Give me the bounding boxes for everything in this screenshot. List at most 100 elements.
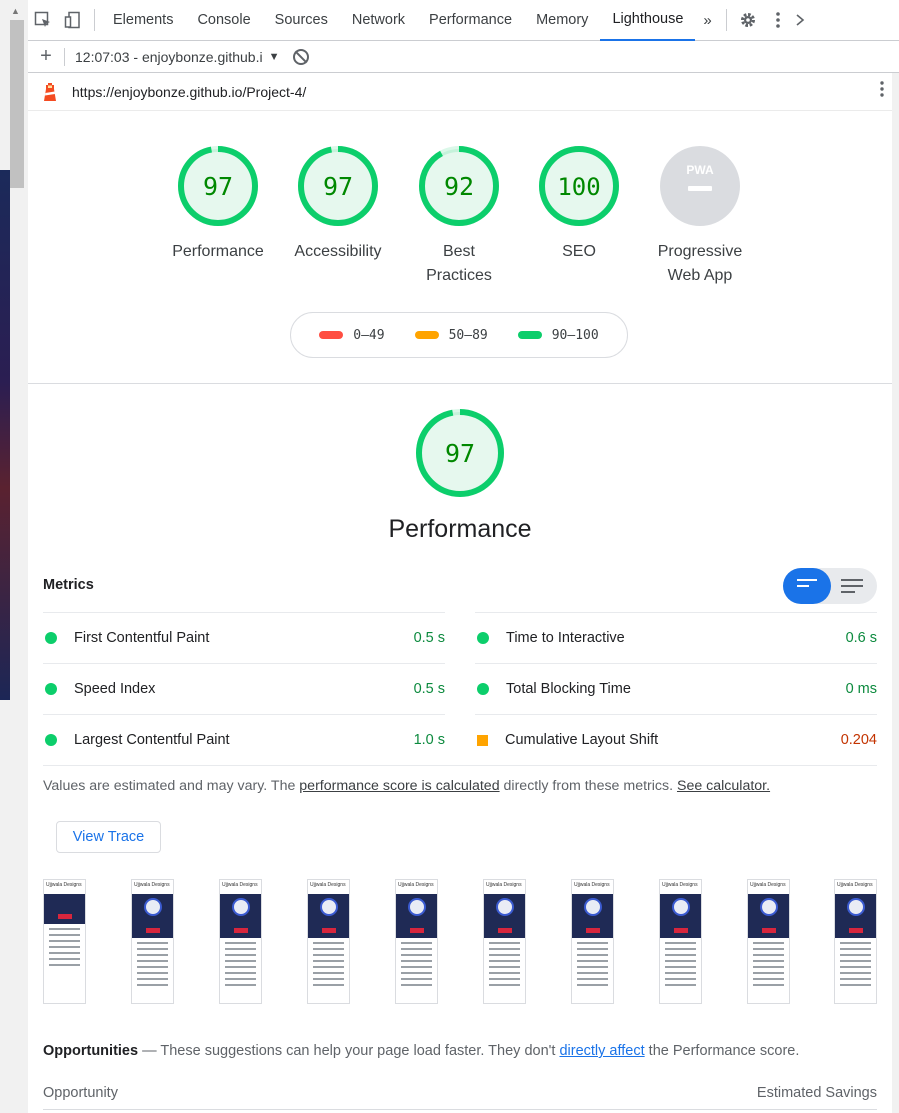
- tab-console[interactable]: Console: [185, 0, 262, 41]
- gauge-seo-score: 100: [557, 173, 600, 201]
- metric-value: 0 ms: [845, 681, 877, 697]
- metric-pass-icon: [477, 683, 489, 695]
- frame-site-header: Ujjwala Designs: [574, 882, 610, 888]
- metric-largest-contentful-paint: Largest Contentful Paint 1.0 s: [43, 714, 445, 765]
- metric-average-icon: [477, 734, 488, 746]
- clear-reports-icon[interactable]: [293, 48, 310, 65]
- metric-cumulative-layout-shift: Cumulative Layout Shift 0.204: [475, 714, 877, 765]
- opportunities-title: Opportunities: [43, 1043, 139, 1059]
- metric-pass-icon: [45, 683, 57, 695]
- tab-memory[interactable]: Memory: [524, 0, 600, 41]
- metric-time-to-interactive: Time to Interactive 0.6 s: [475, 612, 877, 663]
- performance-title: Performance: [388, 515, 532, 543]
- new-report-button[interactable]: +: [28, 45, 64, 68]
- legend-pass-swatch: [517, 331, 542, 339]
- metric-total-blocking-time: Total Blocking Time 0 ms: [475, 663, 877, 714]
- dropdown-caret-icon[interactable]: ▼: [269, 51, 280, 63]
- metric-pass-icon: [45, 632, 57, 644]
- see-calculator-link[interactable]: See calculator.: [677, 778, 770, 794]
- frame-site-header: Ujjwala Designs: [222, 882, 258, 888]
- gauge-seo[interactable]: 100 SEO: [519, 144, 639, 264]
- scroll-up-arrow-icon[interactable]: ▲: [11, 6, 20, 16]
- compact-view-icon: [797, 579, 819, 591]
- note-text: Values are estimated and may vary. The: [43, 778, 300, 794]
- metric-name: Speed Index: [74, 681, 156, 697]
- frame-hero: [484, 894, 525, 938]
- performance-score: 97: [445, 439, 475, 468]
- frame-site-header: Ujjwala Designs: [310, 882, 346, 888]
- metric-pass-icon: [477, 632, 489, 644]
- filmstrip-frame: Ujjwala Designs: [747, 879, 790, 1004]
- legend-average: 50–89: [414, 328, 488, 343]
- scrollbar-thumb[interactable]: [10, 20, 24, 188]
- gauge-performance-score: 97: [203, 172, 233, 201]
- metric-value: 0.204: [840, 732, 877, 748]
- note-text: directly from these metrics.: [499, 778, 677, 794]
- gauge-pwa-label: Progressive Web App: [657, 243, 743, 284]
- report-url[interactable]: https://enjoybonze.github.io/Project-4/: [72, 84, 872, 100]
- frame-hero: [835, 894, 876, 938]
- frame-hero: [308, 894, 349, 938]
- legend-fail: 0–49: [319, 328, 385, 343]
- filmstrip-frame: Ujjwala Designs: [571, 879, 614, 1004]
- close-devtools-icon[interactable]: [793, 0, 807, 41]
- frame-hero: [572, 894, 613, 938]
- filmstrip-frame: Ujjwala Designs: [307, 879, 350, 1004]
- filmstrip-frame: Ujjwala Designs: [659, 879, 702, 1004]
- frame-hero: [44, 894, 85, 924]
- frame-hero: [660, 894, 701, 938]
- device-toolbar-icon[interactable]: [58, 0, 88, 41]
- pwa-badge-icon: PWA: [686, 163, 714, 177]
- metric-name: Time to Interactive: [506, 630, 625, 646]
- frame-site-header: Ujjwala Designs: [134, 882, 170, 888]
- metric-name: Cumulative Layout Shift: [505, 732, 659, 748]
- toolbar-separator: [64, 47, 65, 66]
- tab-lighthouse[interactable]: Lighthouse: [600, 0, 696, 41]
- frame-site-header: Ujjwala Designs: [662, 882, 698, 888]
- tab-performance[interactable]: Performance: [417, 0, 524, 41]
- metric-value: 0.6 s: [845, 630, 877, 646]
- more-tabs-button[interactable]: »: [695, 12, 719, 29]
- opportunities-dash: —: [138, 1043, 161, 1059]
- performance-gauge: 97: [414, 407, 506, 504]
- lighthouse-report: 97 Performance 97 Accessibility 92 Best …: [28, 111, 892, 1113]
- metrics-note: Values are estimated and may vary. The p…: [43, 778, 770, 794]
- inspect-element-icon[interactable]: [28, 0, 58, 41]
- kebab-menu-icon[interactable]: [763, 0, 793, 41]
- gauge-accessibility[interactable]: 97 Accessibility: [278, 144, 398, 264]
- metric-name: Largest Contentful Paint: [74, 732, 230, 748]
- lighthouse-toolbar: + 12:07:03 - enjoybonze.github.i ▼: [28, 41, 899, 73]
- score-calculated-link[interactable]: performance score is calculated: [299, 778, 499, 794]
- directly-affect-link[interactable]: directly affect: [559, 1043, 644, 1059]
- report-selector[interactable]: 12:07:03 - enjoybonze.github.i: [75, 49, 263, 65]
- tab-elements[interactable]: Elements: [101, 0, 185, 41]
- metric-speed-index: Speed Index 0.5 s: [43, 663, 445, 714]
- frame-site-header: Ujjwala Designs: [398, 882, 434, 888]
- metric-first-contentful-paint: First Contentful Paint 0.5 s: [43, 612, 445, 663]
- gauge-accessibility-label: Accessibility: [294, 243, 382, 260]
- metrics-header: Metrics: [43, 577, 94, 593]
- gauge-best-practices[interactable]: 92 Best Practices: [399, 144, 519, 288]
- gauge-performance-label: Performance: [172, 243, 264, 260]
- gauge-best-practices-score: 92: [444, 172, 474, 201]
- settings-gear-icon[interactable]: [733, 0, 763, 41]
- filmstrip-frame: Ujjwala Designs: [131, 879, 174, 1004]
- gauge-best-practices-label: Best Practices: [426, 243, 492, 284]
- opportunity-column: Opportunity: [43, 1085, 118, 1101]
- section-divider: [28, 383, 892, 384]
- toolbar-separator: [94, 9, 95, 31]
- metric-value: 1.0 s: [413, 732, 445, 748]
- metrics-view-toggle[interactable]: [783, 568, 877, 604]
- report-menu-icon[interactable]: [872, 80, 892, 103]
- tab-network[interactable]: Network: [340, 0, 417, 41]
- page-edge: ▲: [0, 0, 28, 1113]
- expanded-view-icon[interactable]: [841, 579, 863, 597]
- tab-sources[interactable]: Sources: [263, 0, 340, 41]
- gauge-pwa[interactable]: PWA Progressive Web App: [640, 144, 760, 288]
- gauge-accessibility-score: 97: [323, 172, 353, 201]
- view-trace-button[interactable]: View Trace: [56, 821, 161, 853]
- filmstrip-frame: Ujjwala Designs: [43, 879, 86, 1004]
- toggle-compact-option[interactable]: [783, 568, 831, 604]
- gauge-performance[interactable]: 97 Performance: [158, 144, 278, 264]
- filmstrip: Ujjwala Designs Ujjwala Designs Ujjwala …: [43, 879, 877, 1005]
